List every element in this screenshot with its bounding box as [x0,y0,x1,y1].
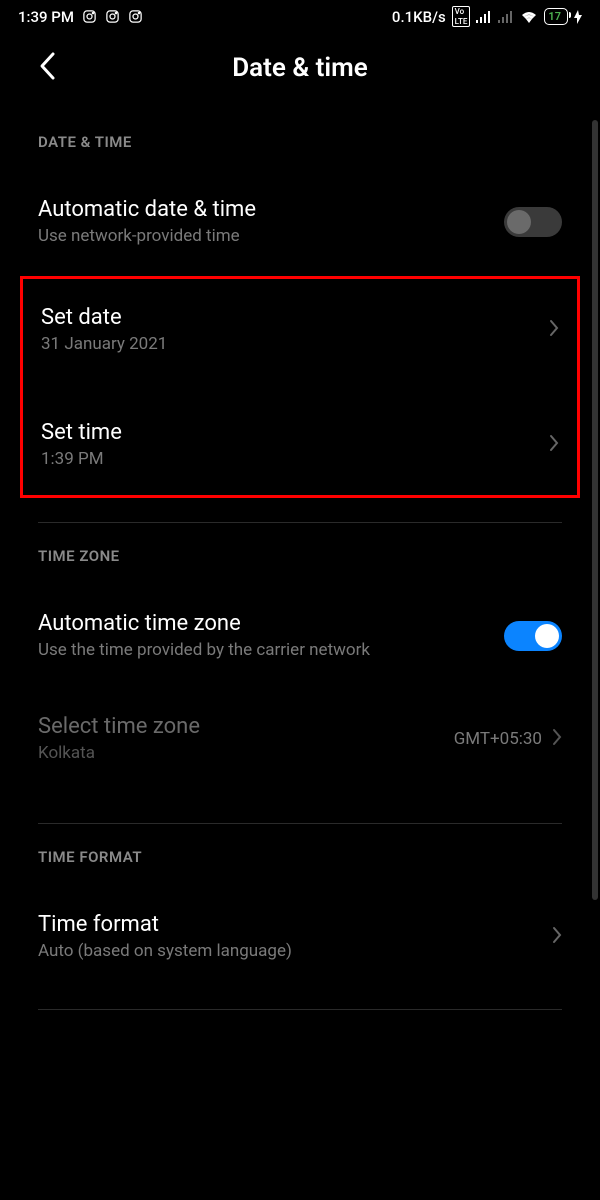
section-label-timezone: TIME ZONE [38,547,562,565]
row-select-timezone: Select time zone Kolkata GMT+05:30 [38,696,562,781]
divider [38,823,562,824]
row-subtitle: Kolkata [38,743,454,763]
row-subtitle: Use the time provided by the carrier net… [38,640,504,660]
instagram-icon [105,9,120,24]
row-auto-timezone[interactable]: Automatic time zone Use the time provide… [38,593,562,678]
toggle-auto-date-time[interactable] [504,207,562,237]
chevron-right-icon [552,728,562,750]
section-label-format: TIME FORMAT [38,848,562,866]
row-title: Automatic time zone [38,611,504,636]
row-subtitle: 31 January 2021 [41,334,549,354]
divider [38,1009,562,1010]
row-subtitle: Auto (based on system language) [38,941,552,961]
back-button[interactable] [38,51,56,85]
instagram-icon [128,9,143,24]
battery-icon: 17 [544,8,568,25]
timezone-value: GMT+05:30 [454,729,542,749]
row-subtitle: 1:39 PM [41,449,549,469]
toggle-auto-timezone[interactable] [504,621,562,651]
divider [38,522,562,523]
chevron-right-icon [549,319,559,341]
row-auto-date-time[interactable]: Automatic date & time Use network-provid… [38,179,562,264]
wifi-icon [520,10,538,24]
volte-icon: VoLTE [452,6,471,27]
status-time: 1:39 PM [18,8,74,26]
row-title: Select time zone [38,714,454,739]
row-set-time[interactable]: Set time 1:39 PM [41,402,559,487]
instagram-icon [82,9,97,24]
row-title: Time format [38,912,552,937]
section-label-datetime: DATE & TIME [38,133,562,151]
page-title: Date & time [30,53,570,83]
signal-icon-2 [498,11,514,23]
scrollbar[interactable] [592,120,598,900]
row-title: Automatic date & time [38,197,504,222]
row-title: Set date [41,305,549,330]
highlight-annotation: Set date 31 January 2021 Set time 1:39 P… [20,276,580,498]
signal-icon [476,11,492,23]
chevron-right-icon [552,926,562,948]
chevron-right-icon [549,434,559,456]
row-subtitle: Use network-provided time [38,226,504,246]
row-set-date[interactable]: Set date 31 January 2021 [41,287,559,372]
charging-icon [574,10,582,24]
row-time-format[interactable]: Time format Auto (based on system langua… [38,894,562,979]
status-bar: 1:39 PM 0.1KB/s VoLTE 17 [0,0,600,33]
page-header: Date & time [0,33,600,113]
row-title: Set time [41,420,549,445]
status-network-speed: 0.1KB/s [392,8,446,26]
